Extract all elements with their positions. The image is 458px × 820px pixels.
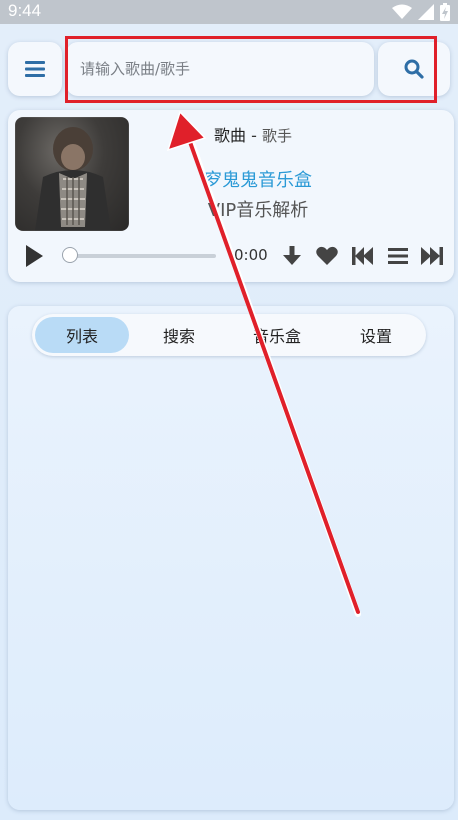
previous-button[interactable] [351,244,375,268]
tab-label: 音乐盒 [252,327,301,346]
download-button[interactable] [280,244,304,268]
heart-icon [316,246,338,265]
tab-label: 搜索 [162,327,195,346]
status-bar: 9:44 [0,0,458,24]
play-icon [26,245,43,267]
status-icons [392,3,450,21]
tab-music-box[interactable]: 音乐盒 [230,317,324,353]
battery-icon [440,3,450,21]
menu-button[interactable] [8,42,62,96]
progress-knob[interactable] [62,247,78,263]
album-cover-image [15,117,129,231]
tab-bar: 列表 搜索 音乐盒 设置 [32,314,426,356]
player-controls: 0:00 [8,240,454,272]
previous-icon [352,247,373,265]
current-time: 0:00 [234,246,268,264]
song-info: 歌曲 - 歌手 [138,122,368,146]
status-time: 9:44 [8,1,42,20]
progress-track[interactable] [66,254,216,258]
signal-icon [418,4,434,20]
player-card: 歌曲 - 歌手 穸鬼鬼音乐盒 VIP音乐解析 0:00 [8,110,454,282]
tab-settings[interactable]: 设置 [329,317,423,353]
tab-list[interactable]: 列表 [35,317,129,353]
content-panel: 列表 搜索 音乐盒 设置 [8,306,454,810]
search-highlight-box [65,36,437,103]
app-subtitle: VIP音乐解析 [207,200,309,221]
song-title: 歌曲 [214,126,247,145]
playlist-button[interactable] [386,244,410,268]
app-name: 穸鬼鬼音乐盒 [204,170,312,191]
tab-label: 设置 [359,327,392,346]
tab-search[interactable]: 搜索 [132,317,226,353]
download-icon [283,246,301,265]
hamburger-menu-icon [25,61,45,77]
song-separator: - [246,126,262,145]
tab-label: 列表 [65,327,98,346]
playlist-icon [388,248,408,264]
song-artist: 歌手 [261,127,292,145]
next-button[interactable] [420,244,444,268]
wifi-icon [392,4,412,19]
next-icon [421,247,443,265]
play-button[interactable] [22,244,46,268]
favorite-button[interactable] [315,244,339,268]
album-cover [15,117,129,231]
